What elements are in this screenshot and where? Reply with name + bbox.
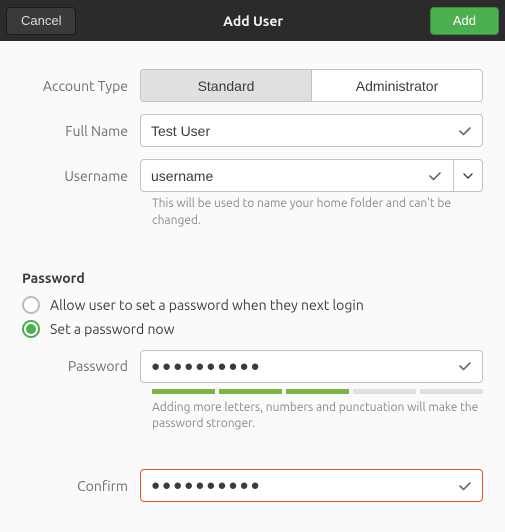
- username-input[interactable]: [140, 159, 453, 192]
- strength-segment: [152, 389, 215, 394]
- password-hint: Adding more letters, numbers and punctua…: [152, 400, 482, 434]
- add-button[interactable]: Add: [430, 7, 499, 35]
- content-area: Account Type Standard Administrator Full…: [0, 41, 505, 532]
- username-label: Username: [22, 168, 140, 184]
- full-name-label: Full Name: [22, 123, 140, 139]
- account-type-toggle: Standard Administrator: [140, 69, 483, 102]
- strength-segment: [286, 389, 349, 394]
- password-section-title: Password: [22, 270, 483, 286]
- cancel-button[interactable]: Cancel: [6, 7, 76, 35]
- confirm-input[interactable]: [140, 469, 483, 502]
- username-dropdown-button[interactable]: [453, 159, 483, 192]
- radio-set-now[interactable]: [22, 320, 40, 338]
- radio-set-now-label[interactable]: Set a password now: [50, 321, 174, 337]
- password-label: Password: [22, 358, 140, 374]
- strength-segment: [219, 389, 282, 394]
- username-hint: This will be used to name your home fold…: [152, 196, 482, 230]
- account-type-administrator[interactable]: Administrator: [312, 70, 482, 101]
- password-input[interactable]: [140, 350, 483, 383]
- window-title: Add User: [223, 13, 283, 29]
- confirm-label: Confirm: [22, 478, 140, 494]
- account-type-standard[interactable]: Standard: [141, 70, 312, 101]
- radio-set-later[interactable]: [22, 296, 40, 314]
- strength-segment: [353, 389, 416, 394]
- header-bar: Cancel Add User Add: [0, 0, 505, 41]
- password-strength-meter: [152, 389, 483, 394]
- radio-set-later-label[interactable]: Allow user to set a password when they n…: [50, 297, 364, 313]
- chevron-down-icon: [463, 171, 473, 181]
- strength-segment: [420, 389, 483, 394]
- account-type-label: Account Type: [22, 78, 140, 94]
- full-name-input[interactable]: [140, 114, 483, 147]
